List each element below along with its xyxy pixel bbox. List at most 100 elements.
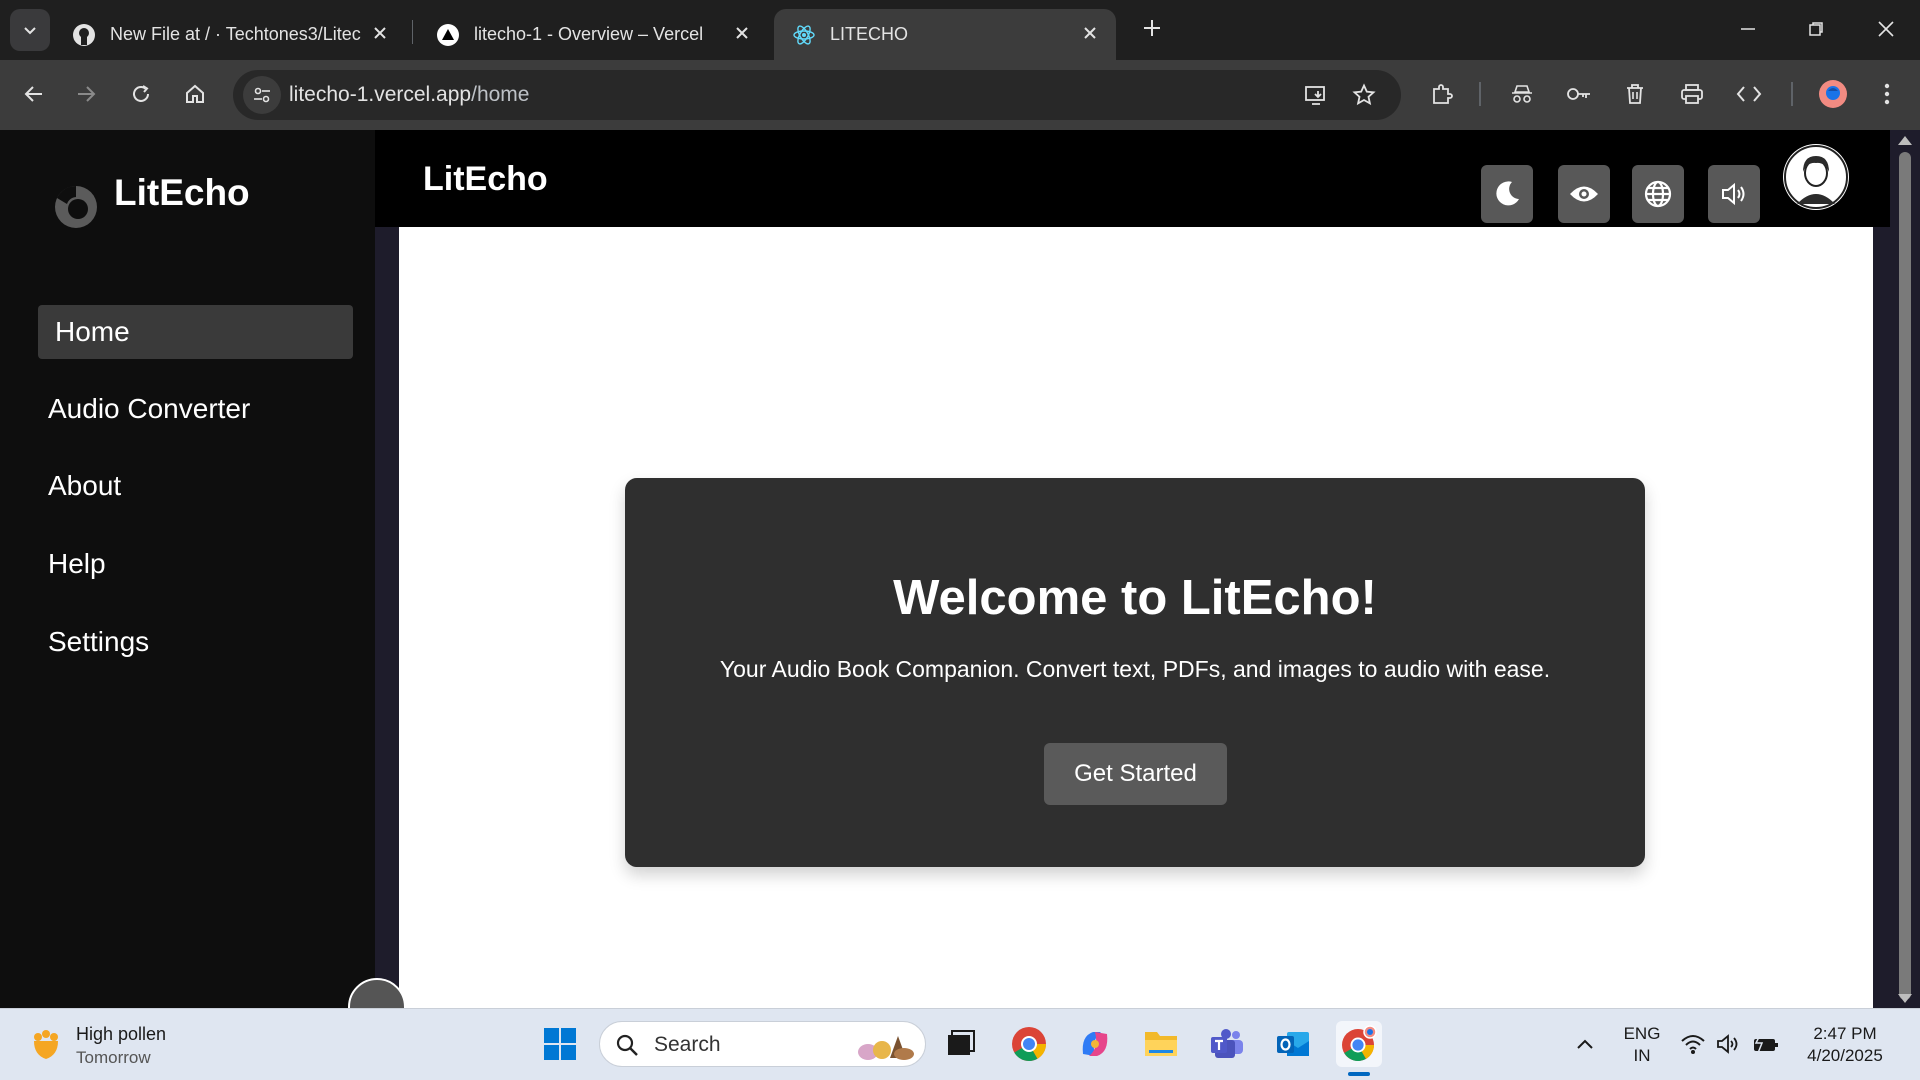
taskbar-search[interactable]: Search <box>599 1021 926 1067</box>
taskbar-file-explorer[interactable] <box>1138 1021 1184 1067</box>
scrollbar-thumb[interactable] <box>1899 152 1911 1000</box>
url-text: litecho-1.vercel.app/home <box>289 83 529 107</box>
taskbar-copilot[interactable] <box>1072 1021 1118 1067</box>
sidebar-item-about[interactable]: About <box>38 459 353 513</box>
restore-button[interactable] <box>1782 0 1850 58</box>
printer-icon <box>1681 84 1703 104</box>
search-placeholder: Search <box>654 1033 721 1056</box>
active-app-indicator <box>1348 1072 1370 1076</box>
wifi-icon <box>1681 1035 1705 1054</box>
eye-icon <box>1570 186 1598 202</box>
sidebar-item-help[interactable]: Help <box>38 537 353 591</box>
sidebar-item-settings[interactable]: Settings <box>38 615 353 669</box>
taskbar-chrome-active[interactable] <box>1336 1021 1382 1067</box>
star-icon <box>1352 83 1376 106</box>
audio-button[interactable] <box>1708 165 1760 223</box>
taskbar: High pollen Tomorrow Search ENG IN 2:47 … <box>0 1008 1920 1080</box>
logo-icon <box>55 185 97 228</box>
key-icon <box>1567 88 1590 100</box>
reload-button[interactable] <box>121 74 161 114</box>
sidebar-item-audio-converter[interactable]: Audio Converter <box>38 382 353 436</box>
dark-mode-button[interactable] <box>1481 165 1533 223</box>
clock-date: 4/20/2025 <box>1807 1046 1883 1065</box>
tab-search-button[interactable] <box>10 9 50 51</box>
folder-icon <box>1145 1032 1177 1056</box>
taskbar-outlook[interactable] <box>1270 1021 1316 1067</box>
taskbar-teams[interactable] <box>1204 1021 1250 1067</box>
search-icon <box>616 1034 638 1056</box>
passwords-button[interactable] <box>1559 74 1599 114</box>
tab-title: LITECHO <box>830 24 909 44</box>
globe-icon <box>1644 180 1672 208</box>
profile-avatar-icon <box>1819 80 1847 108</box>
user-avatar[interactable] <box>1783 144 1849 210</box>
toolbar-divider <box>1479 82 1481 106</box>
menu-button[interactable] <box>1867 74 1907 114</box>
close-icon <box>1878 21 1894 37</box>
delete-button[interactable] <box>1615 74 1655 114</box>
plus-icon <box>1144 20 1160 36</box>
page-scrollbar[interactable] <box>1890 130 1920 1008</box>
sidebar-item-home[interactable]: Home <box>38 305 353 359</box>
windows-icon <box>544 1028 576 1060</box>
start-button[interactable] <box>537 1021 583 1067</box>
accessibility-view-button[interactable] <box>1558 165 1610 223</box>
search-highlight-icon <box>858 1036 914 1060</box>
copilot-icon <box>1082 1032 1108 1056</box>
profile-button[interactable] <box>1813 74 1853 114</box>
incognito-button[interactable] <box>1502 74 1542 114</box>
puzzle-icon <box>1433 84 1453 104</box>
vercel-icon <box>436 23 460 47</box>
close-icon[interactable] <box>730 21 754 45</box>
incognito-icon <box>1512 85 1532 103</box>
sidebar-item-label: Home <box>55 316 130 347</box>
moon-icon <box>1496 181 1519 206</box>
scroll-down-arrow[interactable] <box>1898 994 1912 1003</box>
bookmark-button[interactable] <box>1344 75 1384 115</box>
weather-widget[interactable]: High pollen Tomorrow <box>28 1023 166 1069</box>
chevron-down-icon <box>24 27 36 35</box>
tab-title: litecho-1 - Overview – Vercel <box>474 24 704 44</box>
minimize-button[interactable] <box>1714 0 1782 58</box>
show-hidden-icons-button[interactable] <box>1562 1021 1608 1067</box>
tab-litecho[interactable]: LITECHO <box>774 9 1116 60</box>
print-button[interactable] <box>1672 74 1712 114</box>
browser-tab-strip: New File at / · Techtones3/Litech litech… <box>0 0 1920 60</box>
scroll-up-arrow[interactable] <box>1898 136 1912 145</box>
clock-time: 2:47 PM <box>1813 1024 1877 1043</box>
back-button[interactable] <box>14 74 54 114</box>
user-avatar-icon <box>1784 145 1848 209</box>
close-icon[interactable] <box>1078 21 1102 45</box>
battery-icon <box>1754 1034 1778 1054</box>
devtools-button[interactable] <box>1729 74 1769 114</box>
taskbar-task-view[interactable] <box>937 1021 983 1067</box>
language-indicator[interactable]: ENG IN <box>1617 1023 1667 1067</box>
new-tab-button[interactable] <box>1136 12 1168 44</box>
arrow-right-icon <box>78 86 96 102</box>
top-bar: LitEcho <box>375 130 1890 227</box>
speaker-icon <box>1722 182 1745 206</box>
weather-subtitle: Tomorrow <box>76 1048 151 1067</box>
tab-github[interactable]: New File at / · Techtones3/Litech <box>54 9 406 60</box>
site-info-button[interactable] <box>243 76 281 114</box>
tab-vercel[interactable]: litecho-1 - Overview – Vercel <box>418 9 768 60</box>
code-icon <box>1736 86 1762 102</box>
taskbar-chrome[interactable] <box>1006 1021 1052 1067</box>
tab-title: New File at / · Techtones3/Litech <box>110 24 362 44</box>
sidebar-item-label: Audio Converter <box>48 393 251 424</box>
quick-settings-button[interactable] <box>1675 1021 1785 1067</box>
install-app-button[interactable] <box>1296 75 1336 115</box>
extensions-button[interactable] <box>1422 74 1462 114</box>
home-button[interactable] <box>175 74 215 114</box>
language-button[interactable] <box>1632 165 1684 223</box>
close-window-button[interactable] <box>1852 0 1920 58</box>
get-started-button[interactable]: Get Started <box>1044 743 1227 805</box>
pollen-icon <box>34 1030 58 1059</box>
welcome-heading: Welcome to LitEcho! <box>893 571 1377 625</box>
address-bar[interactable]: litecho-1.vercel.app/home <box>233 70 1401 120</box>
close-icon[interactable] <box>368 21 392 45</box>
forward-button[interactable] <box>66 74 106 114</box>
clock[interactable]: 2:47 PM 4/20/2025 <box>1795 1023 1895 1067</box>
sidebar-item-label: Settings <box>48 626 150 657</box>
welcome-card: Welcome to LitEcho! Your Audio Book Comp… <box>625 478 1645 867</box>
